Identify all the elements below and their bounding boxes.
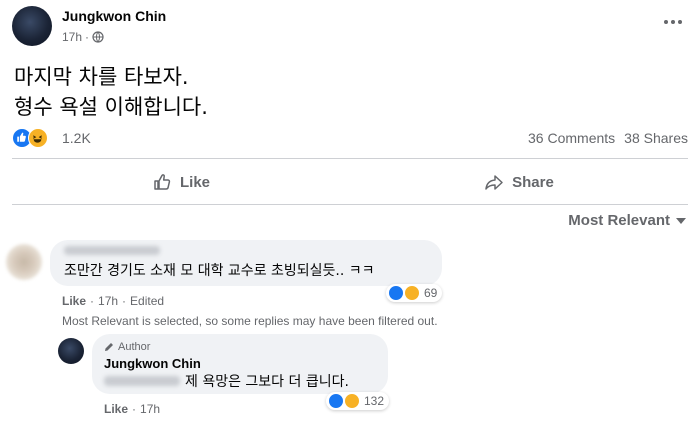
author-name[interactable]: Jungkwon Chin xyxy=(62,8,166,24)
reaction-summary: 1.2K 36 Comments 38 Shares xyxy=(12,126,688,150)
comment-bubble: 조만간 경기도 소재 모 대학 교수로 초빙되실듯.. ㅋㅋ xyxy=(50,240,442,286)
commenter-avatar[interactable] xyxy=(6,244,42,280)
like-reaction-icon xyxy=(328,393,344,409)
shares-count-link[interactable]: 38 Shares xyxy=(624,130,688,146)
like-reaction-icon xyxy=(388,285,404,301)
separator: · xyxy=(122,294,127,308)
like-thumb-icon xyxy=(154,174,171,190)
post-time[interactable]: 17h xyxy=(62,30,82,44)
comment-edited[interactable]: Edited xyxy=(130,294,164,308)
haha-reaction-icon xyxy=(404,285,420,301)
reply-actions: Like · 17h xyxy=(104,402,160,416)
redacted-commenter-name xyxy=(64,246,160,255)
share-button[interactable]: Share xyxy=(350,164,688,200)
author-avatar[interactable] xyxy=(12,6,52,46)
comment-like-link[interactable]: Like xyxy=(62,294,86,308)
author-badge: Author xyxy=(104,341,150,353)
reply-reaction-count: 132 xyxy=(364,394,385,408)
comment-reaction-count: 69 xyxy=(424,286,438,300)
reply-like-link[interactable]: Like xyxy=(104,402,128,416)
divider-bottom xyxy=(12,204,688,205)
more-options-icon[interactable] xyxy=(664,20,684,26)
author-badge-label: Author xyxy=(118,341,151,353)
reply-time[interactable]: 17h xyxy=(140,402,160,416)
comment-actions: Like · 17h · Edited xyxy=(62,294,164,308)
globe-icon xyxy=(92,31,104,43)
haha-reaction-icon xyxy=(28,128,48,148)
caret-down-icon xyxy=(676,217,686,224)
reply-author-name[interactable]: Jungkwon Chin xyxy=(104,356,201,371)
comments-count-link[interactable]: 36 Comments xyxy=(528,130,615,146)
share-arrow-icon xyxy=(485,175,503,190)
reply-bubble: Author Jungkwon Chin 제 욕망은 그보다 더 큽니다. xyxy=(92,334,388,394)
comment-sort-dropdown[interactable]: Most Relevant xyxy=(568,212,686,229)
post-body: 마지막 차를 타보자. 형수 욕설 이해합니다. xyxy=(14,62,208,122)
like-button-label: Like xyxy=(179,173,210,191)
separator: · xyxy=(90,294,95,308)
comment-time[interactable]: 17h xyxy=(98,294,118,308)
share-button-label: Share xyxy=(512,173,554,191)
like-button[interactable]: Like xyxy=(12,164,350,200)
comment-reaction-badge[interactable]: 69 xyxy=(386,284,443,302)
pencil-icon xyxy=(105,343,113,351)
comment-text: 조만간 경기도 소재 모 대학 교수로 초빙되실듯.. ㅋㅋ xyxy=(64,263,375,279)
post-meta: 17h · xyxy=(62,30,104,44)
redacted-mention xyxy=(104,376,180,386)
meta-separator: · xyxy=(85,30,90,44)
haha-reaction-icon xyxy=(344,393,360,409)
post-line-1: 마지막 차를 타보자. xyxy=(14,65,189,89)
action-bar: Like Share xyxy=(12,164,688,200)
reply-reaction-badge[interactable]: 132 xyxy=(326,392,390,410)
comment-share-counts: 36 Comments 38 Shares xyxy=(528,130,688,146)
reaction-count[interactable]: 1.2K xyxy=(62,130,91,146)
post-header: Jungkwon Chin 17h · xyxy=(12,6,688,50)
reply-author-avatar[interactable] xyxy=(58,338,84,364)
separator: · xyxy=(132,402,137,416)
reply-text: 제 욕망은 그보다 더 큽니다. xyxy=(185,374,349,390)
reaction-icons[interactable] xyxy=(12,128,48,148)
sort-label: Most Relevant xyxy=(568,212,670,229)
filter-note: Most Relevant is selected, so some repli… xyxy=(62,314,438,328)
post-line-2: 형수 욕설 이해합니다. xyxy=(14,95,208,119)
divider-top xyxy=(12,158,688,159)
